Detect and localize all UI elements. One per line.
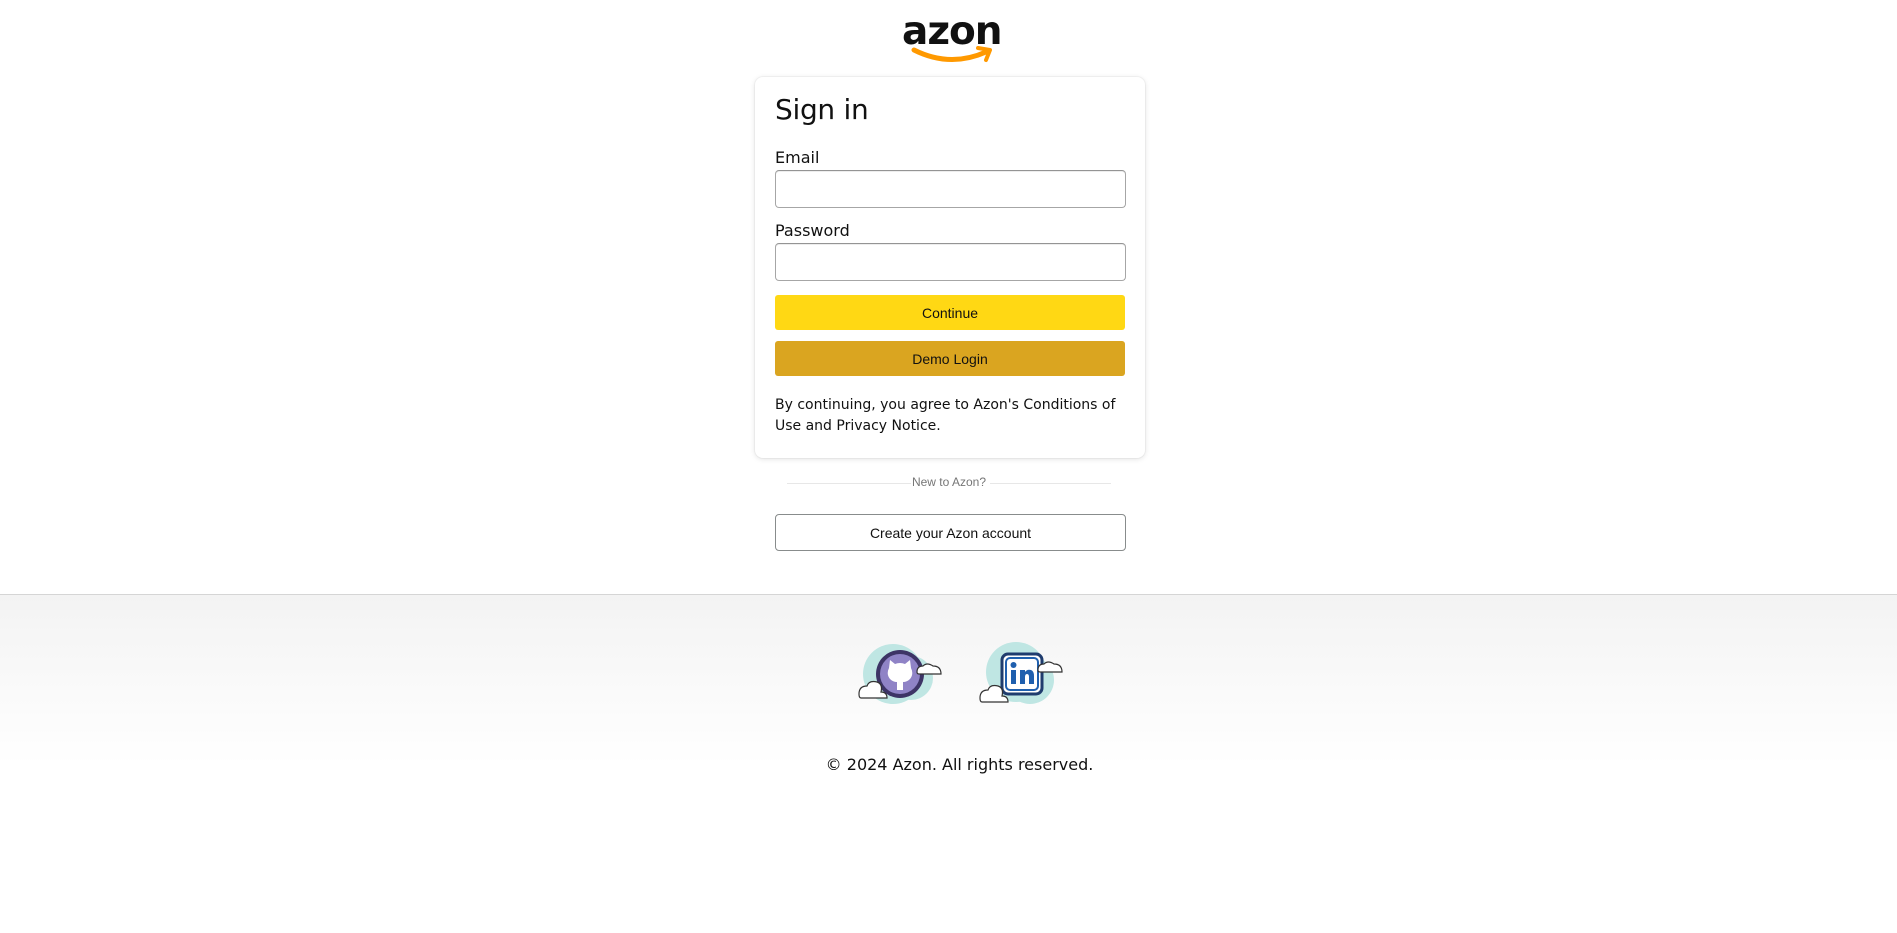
azon-logo[interactable]: azon	[902, 10, 1003, 66]
copyright-text: © 2024 Azon. All rights reserved.	[825, 755, 1094, 774]
email-field[interactable]	[775, 170, 1126, 208]
signin-card: Sign in Email Password Continue Demo Log…	[755, 77, 1145, 458]
linkedin-icon	[979, 642, 1063, 704]
divider-line-right	[990, 483, 1111, 484]
footer: © 2024 Azon. All rights reserved.	[0, 594, 1897, 933]
github-link[interactable]	[857, 638, 943, 714]
demo-login-button[interactable]: Demo Login	[775, 341, 1125, 376]
new-customer-divider: New to Azon?	[787, 475, 1111, 491]
create-account-button[interactable]: Create your Azon account	[775, 514, 1126, 551]
linkedin-link[interactable]	[978, 638, 1064, 714]
divider-text: New to Azon?	[911, 475, 987, 489]
password-field[interactable]	[775, 243, 1126, 281]
continue-button[interactable]: Continue	[775, 295, 1125, 330]
legal-notice: By continuing, you agree to Azon's Condi…	[775, 397, 1116, 434]
password-label: Password	[775, 221, 850, 240]
email-label: Email	[775, 148, 820, 167]
page-title: Sign in	[775, 93, 869, 126]
github-icon	[858, 644, 942, 704]
smile-arrow-icon	[911, 46, 992, 63]
